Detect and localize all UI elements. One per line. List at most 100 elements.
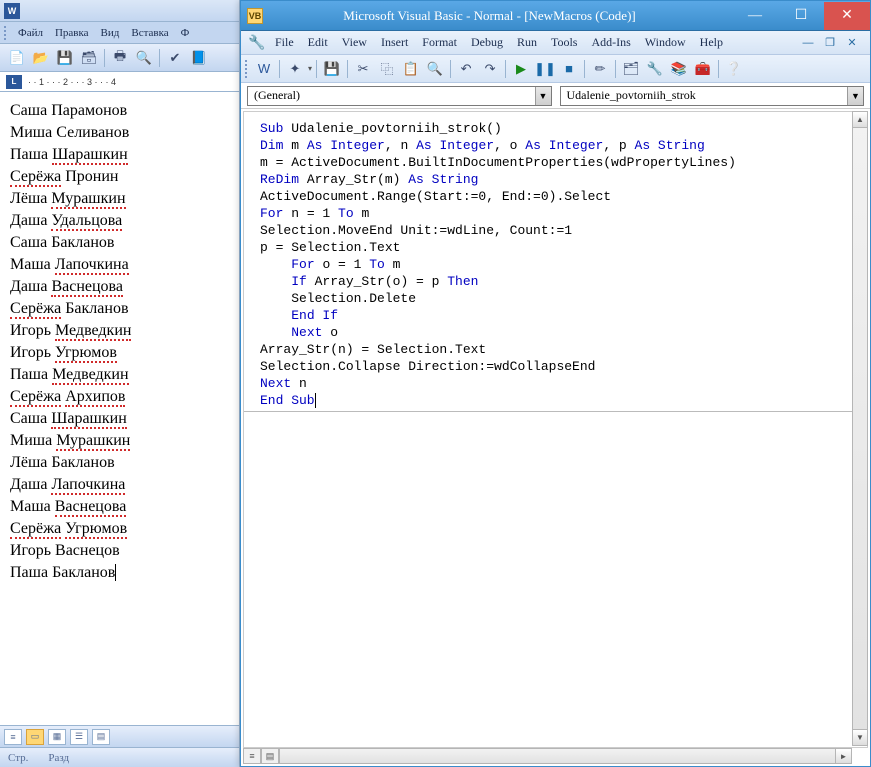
menu-window[interactable]: Window bbox=[639, 33, 692, 52]
view-reading-button[interactable]: ▤ bbox=[92, 729, 110, 745]
dropdown-icon[interactable]: ▾ bbox=[308, 64, 312, 73]
menu-run[interactable]: Run bbox=[511, 33, 543, 52]
word-app-icon: W bbox=[4, 3, 20, 19]
code-line: Sub Udalenie_povtorniih_strok() bbox=[260, 120, 863, 137]
vbe-sys-icon[interactable]: 🔧 bbox=[247, 34, 267, 52]
scroll-track[interactable] bbox=[853, 128, 867, 729]
menu-debug[interactable]: Debug bbox=[465, 33, 509, 52]
word-toolbar: 📄 📂 💾 🗃 🖶 🔍 ✔ 📘 bbox=[0, 44, 239, 72]
document-line: Игорь Медведкин bbox=[10, 320, 229, 342]
code-line: End If bbox=[260, 307, 863, 324]
close-button[interactable]: ✕ bbox=[824, 2, 870, 30]
mdi-restore-button[interactable]: ❐ bbox=[822, 36, 838, 50]
vbe-combo-row: (General) ▼ Udalenie_povtorniih_strok ▼ bbox=[241, 83, 870, 109]
word-menubar[interactable]: Файл Правка Вид Вставка Ф bbox=[0, 22, 239, 44]
object-combo[interactable]: (General) ▼ bbox=[247, 86, 552, 106]
redo-icon[interactable]: ↷ bbox=[479, 58, 501, 80]
print-icon[interactable]: 🖶 bbox=[109, 47, 131, 69]
word-window: W Файл Правка Вид Вставка Ф 📄 📂 💾 🗃 🖶 🔍 … bbox=[0, 0, 240, 767]
menu-tools[interactable]: Tools bbox=[545, 33, 584, 52]
mdi-window-buttons: — ❐ ✕ bbox=[800, 36, 860, 50]
save-icon[interactable]: 💾 bbox=[54, 47, 76, 69]
insert-module-icon[interactable]: ✦ bbox=[284, 58, 306, 80]
chevron-down-icon[interactable]: ▼ bbox=[847, 87, 863, 105]
menu-file[interactable]: Файл bbox=[14, 25, 47, 41]
status-page: Стр. bbox=[8, 752, 28, 764]
menu-view[interactable]: View bbox=[336, 33, 373, 52]
scroll-track[interactable] bbox=[280, 749, 835, 763]
research-icon[interactable]: 📘 bbox=[188, 47, 210, 69]
view-outline-button[interactable]: ☰ bbox=[70, 729, 88, 745]
code-line: Selection.Delete bbox=[260, 290, 863, 307]
new-icon[interactable]: 📄 bbox=[6, 47, 28, 69]
project-explorer-icon[interactable]: 🗂 bbox=[620, 58, 642, 80]
view-normal-button[interactable]: ≡ bbox=[4, 729, 22, 745]
minimize-button[interactable]: — bbox=[732, 2, 778, 30]
mdi-minimize-button[interactable]: — bbox=[800, 36, 816, 50]
procedure-view-button[interactable]: ≡ bbox=[243, 748, 261, 764]
document-line: Даша Удальцова bbox=[10, 210, 229, 232]
document-line: Паша Медведкин bbox=[10, 364, 229, 386]
document-line: Саша Шарашкин bbox=[10, 408, 229, 430]
vertical-scrollbar[interactable]: ▲ ▼ bbox=[852, 111, 868, 746]
document-line: Лёша Мурашкин bbox=[10, 188, 229, 210]
cut-icon[interactable]: ✂ bbox=[352, 58, 374, 80]
design-mode-icon[interactable]: ✏ bbox=[589, 58, 611, 80]
scroll-right-icon[interactable]: ► bbox=[835, 749, 851, 763]
open-icon[interactable]: 📂 bbox=[30, 47, 52, 69]
object-browser-icon[interactable]: 📚 bbox=[668, 58, 690, 80]
code-editor[interactable]: Sub Udalenie_povtorniih_strok()Dim m As … bbox=[243, 111, 868, 748]
paste-icon[interactable]: 📋 bbox=[400, 58, 422, 80]
menu-help[interactable]: Help bbox=[694, 33, 729, 52]
vbe-window: VB Microsoft Visual Basic - Normal - [Ne… bbox=[240, 0, 871, 767]
menu-format-cut[interactable]: Ф bbox=[177, 25, 194, 41]
chevron-down-icon[interactable]: ▼ bbox=[535, 87, 551, 105]
help-icon[interactable]: ❔ bbox=[723, 58, 745, 80]
maximize-button[interactable]: ☐ bbox=[778, 2, 824, 30]
toolbox-icon[interactable]: 🧰 bbox=[692, 58, 714, 80]
break-icon[interactable]: ❚❚ bbox=[534, 58, 556, 80]
procedure-combo[interactable]: Udalenie_povtorniih_strok ▼ bbox=[560, 86, 865, 106]
document-line: Серёжа Пронин bbox=[10, 166, 229, 188]
word-document-area[interactable]: Саша ПарамоновМиша СеливановПаша Шарашки… bbox=[0, 92, 239, 725]
scroll-down-icon[interactable]: ▼ bbox=[853, 729, 867, 745]
menu-edit[interactable]: Правка bbox=[51, 25, 93, 41]
word-ruler[interactable]: L · · 1 · · · 2 · · · 3 · · · 4 bbox=[0, 72, 239, 92]
vbe-code-area: Sub Udalenie_povtorniih_strok()Dim m As … bbox=[241, 109, 870, 766]
view-layout-button[interactable]: ▭ bbox=[26, 729, 44, 745]
document-line: Игорь Угрюмов bbox=[10, 342, 229, 364]
word-view-switcher: ≡ ▭ ▦ ☰ ▤ bbox=[0, 725, 239, 747]
saveall-icon[interactable]: 🗃 bbox=[78, 47, 100, 69]
document-line: Паша Шарашкин bbox=[10, 144, 229, 166]
menu-file[interactable]: File bbox=[269, 33, 300, 52]
code-line: ActiveDocument.Range(Start:=0, End:=0).S… bbox=[260, 188, 863, 205]
view-web-button[interactable]: ▦ bbox=[48, 729, 66, 745]
scroll-up-icon[interactable]: ▲ bbox=[853, 112, 867, 128]
find-icon[interactable]: 🔍 bbox=[424, 58, 446, 80]
vbe-titlebar[interactable]: VB Microsoft Visual Basic - Normal - [Ne… bbox=[241, 1, 870, 31]
horizontal-scrollbar[interactable]: ◄ ► bbox=[263, 748, 852, 764]
view-word-icon[interactable]: W bbox=[253, 58, 275, 80]
menu-addins[interactable]: Add-Ins bbox=[585, 33, 636, 52]
document-line: Даша Васнецова bbox=[10, 276, 229, 298]
menu-edit[interactable]: Edit bbox=[302, 33, 334, 52]
menu-insert[interactable]: Insert bbox=[375, 33, 414, 52]
code-line: Next n bbox=[260, 375, 863, 392]
menu-format[interactable]: Format bbox=[416, 33, 463, 52]
menu-insert[interactable]: Вставка bbox=[127, 25, 172, 41]
ruler-badge-icon: L bbox=[6, 75, 22, 89]
copy-icon[interactable]: ⿻ bbox=[376, 58, 398, 80]
status-section: Разд bbox=[48, 752, 69, 764]
run-icon[interactable]: ▶ bbox=[510, 58, 532, 80]
undo-icon[interactable]: ↶ bbox=[455, 58, 477, 80]
save-icon[interactable]: 💾 bbox=[321, 58, 343, 80]
document-line: Саша Парамонов bbox=[10, 100, 229, 122]
spellcheck-icon[interactable]: ✔ bbox=[164, 47, 186, 69]
reset-icon[interactable]: ■ bbox=[558, 58, 580, 80]
menu-view[interactable]: Вид bbox=[97, 25, 124, 41]
procedure-combo-value: Udalenie_povtorniih_strok bbox=[561, 88, 848, 103]
properties-icon[interactable]: 🔧 bbox=[644, 58, 666, 80]
mdi-close-button[interactable]: ✕ bbox=[844, 36, 860, 50]
full-module-view-button[interactable]: ▤ bbox=[261, 748, 279, 764]
printpreview-icon[interactable]: 🔍 bbox=[133, 47, 155, 69]
